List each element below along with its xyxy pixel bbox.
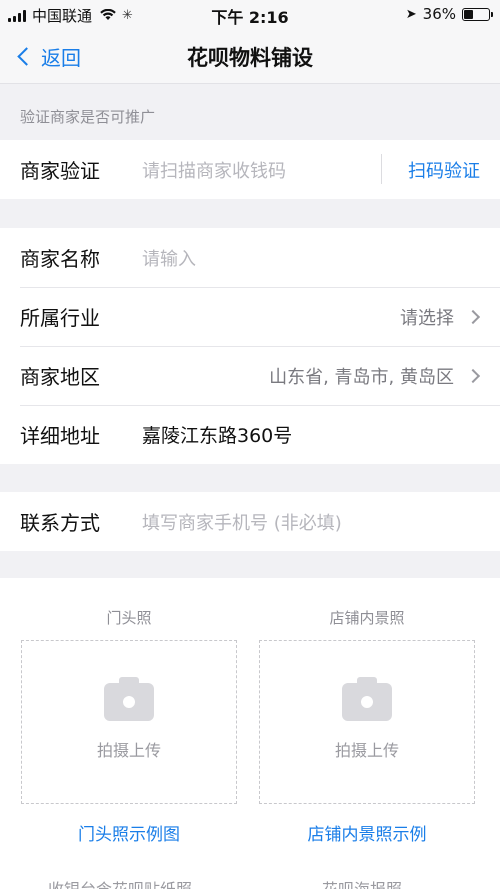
- photo-upload-box[interactable]: 拍摄上传: [259, 640, 475, 804]
- photo-upload-label: 拍摄上传: [334, 741, 399, 760]
- photo-upload-box[interactable]: 拍摄上传: [21, 640, 237, 804]
- poster-photo-caption: 花呗海报照: [322, 876, 402, 889]
- photo-example-link[interactable]: 店铺内景照示例: [259, 820, 475, 845]
- contact-row[interactable]: 联系方式 填写商家手机号 (非必填): [0, 492, 500, 551]
- cashier-photo-caption: 收银台含花呗贴纸照: [48, 876, 192, 889]
- merchant-verify-row: 商家验证 请扫描商家收钱码 扫码验证: [0, 140, 500, 199]
- address-input[interactable]: 嘉陵江东路360号: [142, 421, 500, 448]
- industry-label: 所属行业: [20, 306, 100, 330]
- industry-value: 请选择: [400, 307, 454, 329]
- chevron-right-icon: [465, 368, 481, 383]
- region-label: 商家地区: [20, 365, 100, 389]
- battery-icon: [462, 7, 493, 21]
- battery-percent: 36%: [422, 5, 456, 23]
- merchant-name-label: 商家名称: [20, 247, 100, 271]
- storefront-photo: 门头照 拍摄上传 门头照示例图: [21, 578, 237, 845]
- divider: [381, 154, 382, 184]
- photo-upload-label: 拍摄上传: [96, 741, 161, 760]
- contact-card: 联系方式 填写商家手机号 (非必填): [0, 492, 500, 551]
- industry-select[interactable]: 请选择: [400, 304, 481, 330]
- camera-icon: [104, 677, 154, 721]
- address-row[interactable]: 详细地址 嘉陵江东路360号: [0, 405, 500, 464]
- region-value: 山东省, 青岛市, 黄岛区: [269, 366, 454, 388]
- camera-icon: [342, 677, 392, 721]
- merchant-name-row[interactable]: 商家名称 请输入: [0, 228, 500, 287]
- page-title: 花呗物料铺设: [187, 46, 313, 70]
- industry-row[interactable]: 所属行业 请选择: [0, 287, 500, 346]
- region-row[interactable]: 商家地区 山东省, 青岛市, 黄岛区: [0, 346, 500, 405]
- photo-example-link[interactable]: 门头照示例图: [21, 820, 237, 845]
- verify-section-header: 验证商家是否可推广: [20, 108, 156, 126]
- interior-photo: 店铺内景照 拍摄上传 店铺内景照示例: [259, 578, 475, 845]
- contact-label: 联系方式: [20, 511, 100, 535]
- photo-upload-section: 门头照 拍摄上传 门头照示例图 店铺内景照 拍摄上传 店铺内景照示例 收银台含花…: [0, 578, 500, 889]
- region-select[interactable]: 山东省, 青岛市, 黄岛区: [269, 363, 481, 389]
- verify-card: 商家验证 请扫描商家收钱码 扫码验证: [0, 140, 500, 199]
- contact-input[interactable]: 填写商家手机号 (非必填): [142, 509, 500, 535]
- battery-fill: [464, 9, 473, 19]
- location-arrow-icon: ➤: [405, 6, 417, 22]
- merchant-verify-label: 商家验证: [20, 159, 100, 183]
- merchant-info-card: 商家名称 请输入 所属行业 请选择 商家地区 山东省, 青岛市, 黄岛区 详细地…: [0, 228, 500, 464]
- photo-caption: 门头照: [106, 609, 152, 627]
- merchant-name-input[interactable]: 请输入: [142, 245, 500, 271]
- nav-bar: 返回 花呗物料铺设: [0, 30, 500, 84]
- status-bar: 中国联通 ✳ 下午 2:16 ➤ 36%: [0, 0, 500, 30]
- photo-caption: 店铺内景照: [329, 609, 405, 627]
- address-label: 详细地址: [20, 424, 100, 448]
- scan-verify-button[interactable]: 扫码验证: [408, 157, 480, 183]
- chevron-right-icon: [465, 309, 481, 324]
